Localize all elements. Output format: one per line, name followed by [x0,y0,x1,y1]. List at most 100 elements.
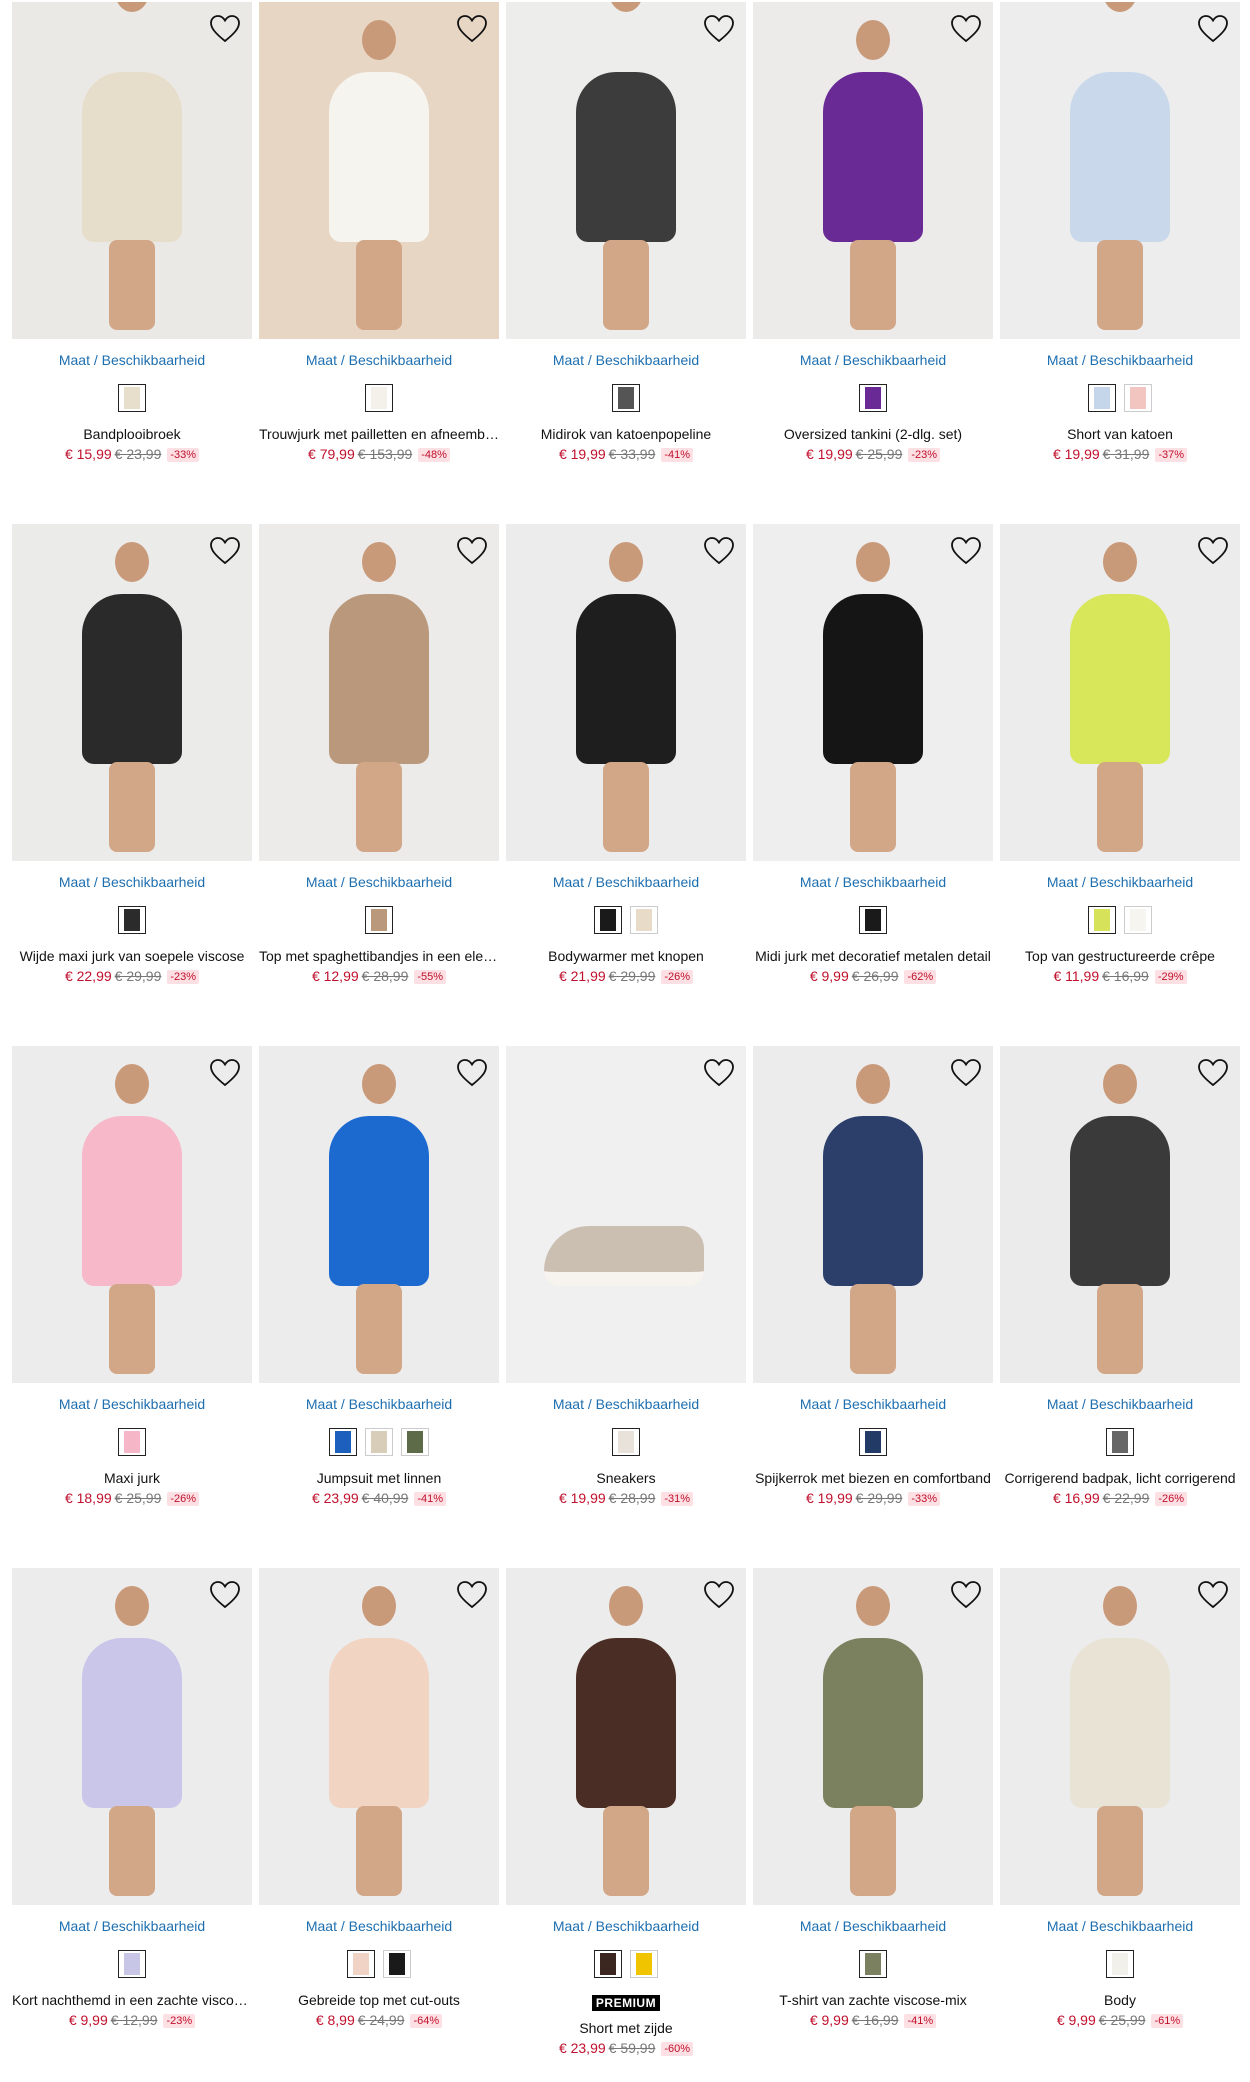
color-swatch[interactable] [118,1950,146,1978]
product-title[interactable]: Oversized tankini (2-dlg. set) [753,426,993,442]
product-image[interactable] [753,524,993,861]
size-availability-link[interactable]: Maat / Beschikbaarheid [506,1396,746,1412]
favorite-button[interactable] [208,12,242,46]
favorite-button[interactable] [208,534,242,568]
size-availability-link[interactable]: Maat / Beschikbaarheid [12,1918,252,1934]
favorite-button[interactable] [949,534,983,568]
product-title[interactable]: Maxi jurk [12,1470,252,1486]
color-swatch[interactable] [1088,384,1116,412]
product-image[interactable] [506,1046,746,1383]
product-title[interactable]: Midirok van katoenpopeline [506,426,746,442]
product-image[interactable] [259,1568,499,1905]
favorite-button[interactable] [949,12,983,46]
color-swatch[interactable] [118,384,146,412]
product-title[interactable]: Body [1000,1992,1240,2008]
color-swatch[interactable] [329,1428,357,1456]
favorite-button[interactable] [702,1578,736,1612]
color-swatch[interactable] [383,1950,411,1978]
product-title[interactable]: Midi jurk met decoratief metalen detail [753,948,993,964]
size-availability-link[interactable]: Maat / Beschikbaarheid [753,352,993,368]
product-image[interactable] [1000,524,1240,861]
color-swatch[interactable] [1088,906,1116,934]
favorite-button[interactable] [455,12,489,46]
favorite-button[interactable] [455,1578,489,1612]
product-title[interactable]: Spijkerrok met biezen en comfortband [753,1470,993,1486]
color-swatch[interactable] [859,1950,887,1978]
product-image[interactable] [753,1568,993,1905]
size-availability-link[interactable]: Maat / Beschikbaarheid [259,352,499,368]
color-swatch[interactable] [859,384,887,412]
favorite-button[interactable] [702,534,736,568]
size-availability-link[interactable]: Maat / Beschikbaarheid [1000,1918,1240,1934]
color-swatch[interactable] [118,1428,146,1456]
favorite-button[interactable] [208,1578,242,1612]
favorite-button[interactable] [1196,1056,1230,1090]
color-swatch[interactable] [612,384,640,412]
product-title[interactable]: Corrigerend badpak, licht corrigerend [1000,1470,1240,1486]
product-image[interactable] [753,2,993,339]
product-title[interactable]: Top van gestructureerde crêpe [1000,948,1240,964]
color-swatch[interactable] [347,1950,375,1978]
product-title[interactable]: Bandplooibroek [12,426,252,442]
product-image[interactable] [12,524,252,861]
color-swatch[interactable] [612,1428,640,1456]
product-title[interactable]: T-shirt van zachte viscose-mix [753,1992,993,2008]
product-image[interactable] [12,2,252,339]
product-image[interactable] [259,1046,499,1383]
size-availability-link[interactable]: Maat / Beschikbaarheid [1000,1396,1240,1412]
size-availability-link[interactable]: Maat / Beschikbaarheid [506,874,746,890]
product-image[interactable] [1000,2,1240,339]
size-availability-link[interactable]: Maat / Beschikbaarheid [259,1396,499,1412]
color-swatch[interactable] [365,384,393,412]
product-image[interactable] [12,1046,252,1383]
size-availability-link[interactable]: Maat / Beschikbaarheid [753,874,993,890]
size-availability-link[interactable]: Maat / Beschikbaarheid [753,1396,993,1412]
favorite-button[interactable] [702,1056,736,1090]
favorite-button[interactable] [455,534,489,568]
product-image[interactable] [1000,1568,1240,1905]
size-availability-link[interactable]: Maat / Beschikbaarheid [1000,874,1240,890]
size-availability-link[interactable]: Maat / Beschikbaarheid [259,1918,499,1934]
size-availability-link[interactable]: Maat / Beschikbaarheid [753,1918,993,1934]
product-title[interactable]: Wijde maxi jurk van soepele viscose [12,948,252,964]
product-image[interactable] [506,524,746,861]
product-image[interactable] [259,524,499,861]
product-title[interactable]: Sneakers [506,1470,746,1486]
favorite-button[interactable] [208,1056,242,1090]
product-image[interactable] [1000,1046,1240,1383]
favorite-button[interactable] [702,12,736,46]
size-availability-link[interactable]: Maat / Beschikbaarheid [12,874,252,890]
size-availability-link[interactable]: Maat / Beschikbaarheid [1000,352,1240,368]
color-swatch[interactable] [1106,1428,1134,1456]
favorite-button[interactable] [1196,1578,1230,1612]
color-swatch[interactable] [859,1428,887,1456]
color-swatch[interactable] [1124,906,1152,934]
product-title[interactable]: Short met zijde [506,2020,746,2036]
product-image[interactable] [753,1046,993,1383]
product-title[interactable]: Kort nachthemd in een zachte viscose kwa… [12,1992,252,2008]
product-image[interactable] [506,1568,746,1905]
color-swatch[interactable] [1124,384,1152,412]
favorite-button[interactable] [1196,12,1230,46]
favorite-button[interactable] [949,1578,983,1612]
color-swatch[interactable] [630,1950,658,1978]
favorite-button[interactable] [1196,534,1230,568]
size-availability-link[interactable]: Maat / Beschikbaarheid [506,352,746,368]
favorite-button[interactable] [455,1056,489,1090]
color-swatch[interactable] [1106,1950,1134,1978]
product-title[interactable]: Bodywarmer met knopen [506,948,746,964]
product-image[interactable] [12,1568,252,1905]
favorite-button[interactable] [949,1056,983,1090]
product-title[interactable]: Short van katoen [1000,426,1240,442]
product-title[interactable]: Top met spaghettibandjes in een elegante… [259,948,499,964]
color-swatch[interactable] [118,906,146,934]
size-availability-link[interactable]: Maat / Beschikbaarheid [12,1396,252,1412]
product-title[interactable]: Gebreide top met cut-outs [259,1992,499,2008]
size-availability-link[interactable]: Maat / Beschikbaarheid [259,874,499,890]
size-availability-link[interactable]: Maat / Beschikbaarheid [12,352,252,368]
product-image[interactable] [259,2,499,339]
size-availability-link[interactable]: Maat / Beschikbaarheid [506,1918,746,1934]
color-swatch[interactable] [365,906,393,934]
color-swatch[interactable] [401,1428,429,1456]
product-title[interactable]: Trouwjurk met pailletten en afneembare r… [259,426,499,442]
